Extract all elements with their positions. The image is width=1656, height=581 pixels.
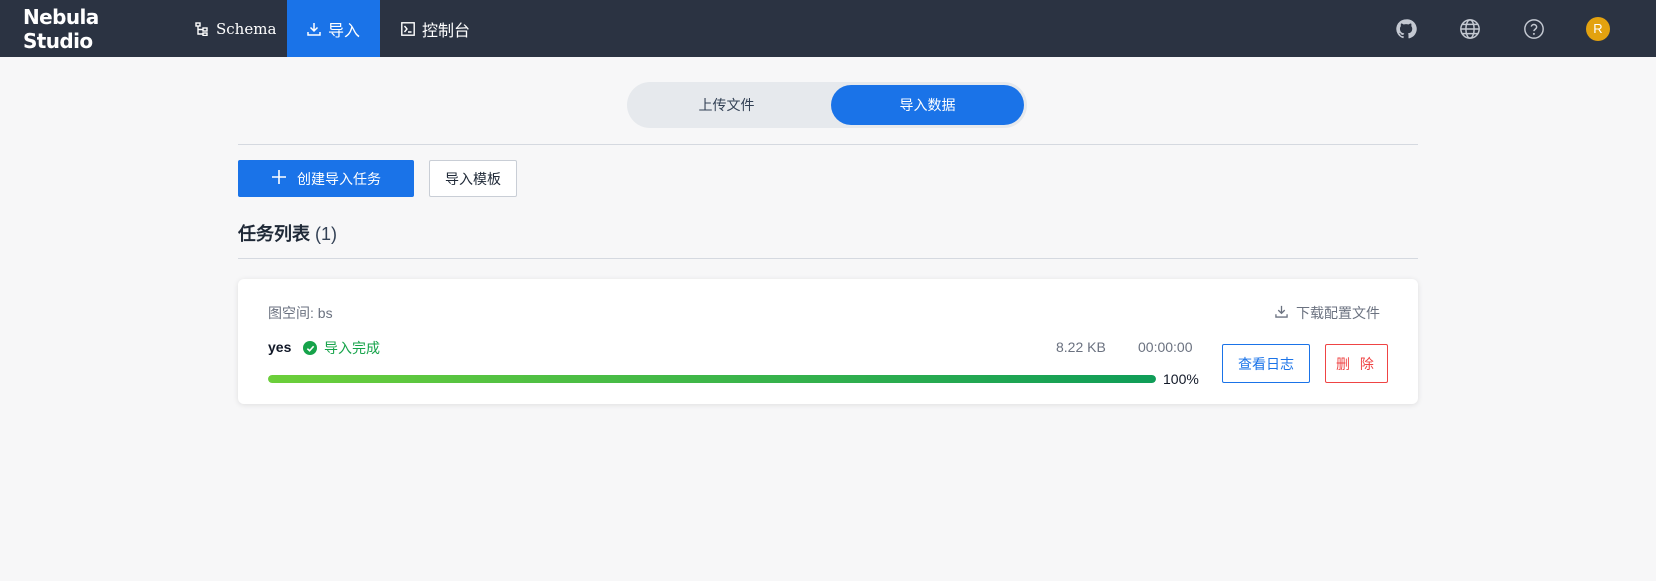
task-list-title: 任务列表 (1) bbox=[238, 220, 337, 246]
task-status: 导入完成 bbox=[303, 338, 380, 358]
create-import-task-button[interactable]: 创建导入任务 bbox=[238, 160, 414, 197]
task-elapsed-time: 00:00:00 bbox=[1138, 339, 1193, 355]
nav-item-import[interactable]: 导入 bbox=[287, 0, 380, 57]
task-card: 图空间: bs 下载配置文件 yes 导入完成 8.22 KB 00:00:00… bbox=[238, 279, 1418, 404]
create-import-task-label: 创建导入任务 bbox=[297, 170, 381, 187]
section-divider bbox=[238, 144, 1418, 145]
graph-space-label: 图空间: bs bbox=[268, 305, 333, 321]
download-config-link[interactable]: 下载配置文件 bbox=[1275, 303, 1380, 323]
tab-upload-files[interactable]: 上传文件 bbox=[630, 85, 823, 125]
nav-item-schema[interactable]: Schema bbox=[170, 0, 287, 57]
task-file-size: 8.22 KB bbox=[1056, 339, 1106, 355]
list-divider bbox=[238, 258, 1418, 259]
nav-item-label: 控制台 bbox=[422, 22, 471, 40]
task-list-title-text: 任务列表 bbox=[238, 224, 310, 244]
plus-icon bbox=[271, 166, 287, 190]
task-name: yes bbox=[268, 339, 292, 355]
task-progress-bar bbox=[268, 375, 1156, 383]
task-progress-fill bbox=[268, 375, 1156, 383]
delete-task-button[interactable]: 删 除 bbox=[1325, 344, 1388, 383]
import-template-button[interactable]: 导入模板 bbox=[429, 160, 517, 197]
view-log-button[interactable]: 查看日志 bbox=[1222, 344, 1310, 383]
top-navbar: Nebula Studio Schema 导入 控制台 R bbox=[0, 0, 1656, 57]
task-progress-percent: 100% bbox=[1163, 371, 1199, 387]
github-icon[interactable] bbox=[1394, 17, 1418, 41]
globe-icon[interactable] bbox=[1458, 17, 1482, 41]
task-status-text: 导入完成 bbox=[324, 340, 380, 356]
import-tab-switcher: 上传文件 导入数据 bbox=[627, 82, 1027, 128]
import-icon bbox=[307, 22, 321, 36]
header-actions: R bbox=[1394, 0, 1656, 57]
nav-item-console[interactable]: 控制台 bbox=[380, 0, 490, 57]
nav-item-label: Schema bbox=[216, 19, 277, 38]
console-icon bbox=[401, 21, 415, 36]
help-icon[interactable] bbox=[1522, 17, 1546, 41]
nav-item-label: 导入 bbox=[327, 22, 360, 40]
check-circle-icon bbox=[303, 341, 317, 355]
download-icon bbox=[1275, 305, 1288, 321]
task-list-count: (1) bbox=[315, 224, 338, 244]
app-logo[interactable]: Nebula Studio bbox=[0, 0, 170, 57]
download-config-label: 下载配置文件 bbox=[1296, 305, 1380, 321]
schema-icon bbox=[195, 21, 209, 36]
user-avatar[interactable]: R bbox=[1586, 16, 1610, 41]
tab-import-data[interactable]: 导入数据 bbox=[831, 85, 1024, 125]
